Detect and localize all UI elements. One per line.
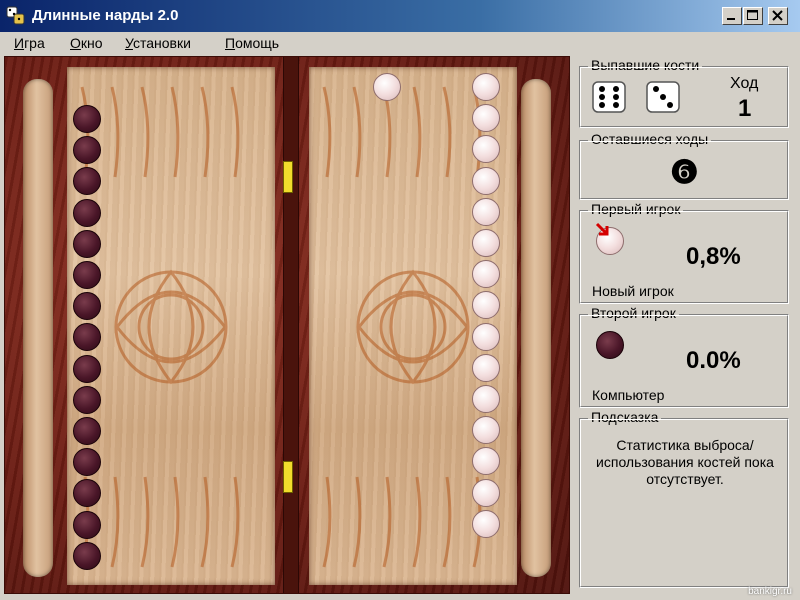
dark-checker[interactable]: [73, 510, 101, 539]
die-three-icon: [646, 81, 680, 113]
minimize-button[interactable]: [722, 7, 742, 25]
die-six-icon: [592, 81, 626, 113]
light-checker[interactable]: [472, 353, 500, 382]
dark-checker[interactable]: [73, 105, 101, 133]
light-checker[interactable]: [472, 197, 500, 226]
light-checker[interactable]: [472, 73, 500, 101]
dark-checker[interactable]: [73, 417, 101, 445]
light-checker[interactable]: [472, 385, 500, 413]
close-icon: [772, 10, 783, 21]
first-player-percent: 0,8%: [686, 243, 741, 270]
light-checker[interactable]: [373, 73, 401, 101]
light-checker[interactable]: [472, 166, 500, 195]
dice-group-title: Выпавшие кости: [588, 57, 703, 73]
title-bar[interactable]: Длинные нарды 2.0: [0, 0, 800, 32]
maximize-icon: [747, 10, 758, 20]
light-checker[interactable]: [472, 478, 500, 507]
move-number: 1: [738, 95, 752, 122]
menu-help[interactable]: Помощь: [225, 35, 279, 51]
dark-checker[interactable]: [73, 354, 101, 383]
backgammon-board[interactable]: [4, 56, 570, 594]
light-checker[interactable]: [472, 104, 500, 133]
maximize-button[interactable]: [743, 7, 763, 25]
menu-bar: Игра Окно Установки Помощь: [0, 32, 800, 54]
hint-title: Подсказка: [588, 409, 662, 425]
active-arrow-icon: [595, 222, 609, 236]
hinge-bottom: [283, 461, 293, 493]
remaining-moves-value: ❻: [670, 154, 699, 190]
move-label: Ход: [730, 75, 759, 92]
dark-checker[interactable]: [73, 198, 101, 227]
light-checker[interactable]: [472, 509, 500, 538]
second-player-group: Второй игрок 0.0% Компьютер: [579, 305, 789, 408]
dice-app-icon: [6, 6, 25, 25]
minimize-icon: [727, 18, 735, 20]
board-center-bar: [283, 57, 299, 593]
second-player-percent: 0.0%: [686, 347, 741, 374]
side-panel: Выпавшие кости Ход 1 Оставшиеся ходы ❻ П…: [575, 56, 793, 594]
menu-settings[interactable]: Установки: [125, 35, 191, 51]
window-title: Длинные нарды 2.0: [32, 7, 179, 24]
left-bear-off-tray[interactable]: [23, 79, 53, 577]
second-player-name: Компьютер: [592, 387, 665, 403]
second-player-checker: [596, 331, 624, 359]
first-player-group: Первый игрок 0,8% Новый игрок: [579, 201, 789, 304]
light-checker[interactable]: [472, 260, 500, 289]
dark-checker[interactable]: [73, 541, 101, 570]
close-button[interactable]: [768, 7, 788, 25]
dice-group: Выпавшие кости Ход 1: [579, 57, 789, 128]
dark-checker[interactable]: [73, 136, 101, 165]
light-checker[interactable]: [472, 416, 500, 445]
remaining-moves-title: Оставшиеся ходы: [588, 131, 712, 147]
watermark: bankigr.ru: [748, 586, 792, 597]
menu-window[interactable]: Окно: [70, 35, 103, 51]
menu-game[interactable]: Игра: [14, 35, 45, 51]
hint-group: Подсказка Статистика выброса/использован…: [579, 409, 789, 588]
hinge-top: [283, 161, 293, 193]
dark-checker[interactable]: [73, 385, 101, 414]
first-player-name: Новый игрок: [592, 283, 674, 299]
hint-text: Статистика выброса/использования костей …: [596, 437, 774, 487]
dark-checker[interactable]: [73, 448, 101, 477]
right-bear-off-tray[interactable]: [521, 79, 551, 577]
second-player-title: Второй игрок: [588, 305, 679, 321]
first-player-title: Первый игрок: [588, 201, 684, 217]
dark-checker[interactable]: [73, 229, 101, 258]
dark-checker[interactable]: [73, 292, 101, 321]
dark-checker[interactable]: [73, 261, 101, 289]
remaining-moves-group: Оставшиеся ходы ❻: [579, 131, 789, 200]
light-checker[interactable]: [472, 229, 500, 257]
light-checker[interactable]: [472, 322, 500, 351]
